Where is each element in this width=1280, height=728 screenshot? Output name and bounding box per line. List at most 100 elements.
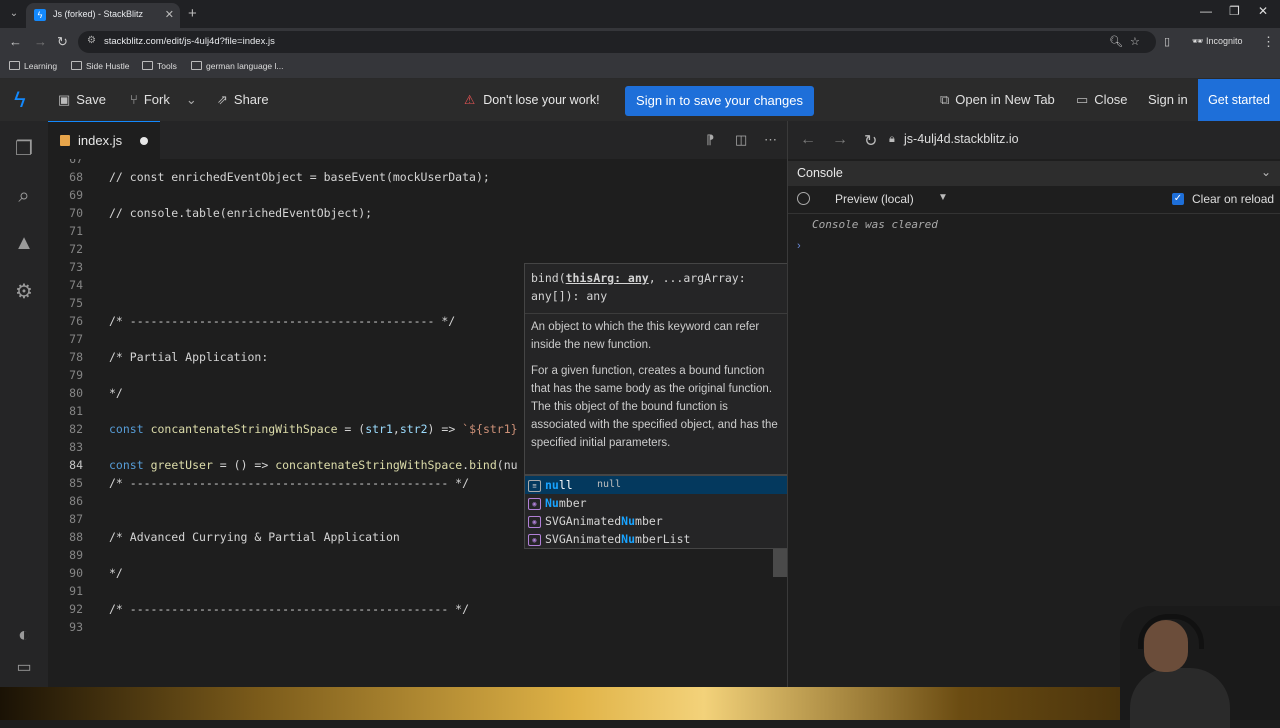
suggestion-label: null (545, 478, 573, 492)
more-actions-icon[interactable]: ⋯ (764, 132, 777, 148)
line-number: 80 (69, 386, 83, 400)
line-number: 68 (69, 170, 83, 184)
folder-icon (71, 61, 82, 70)
console-header[interactable]: Console ⌄ (788, 161, 1280, 186)
line-number: 69 (69, 188, 83, 202)
signature-param: thisArg: any (565, 271, 649, 285)
clear-on-reload-checkbox[interactable]: ✓ (1172, 193, 1184, 205)
console-cleared-message: Console was cleared (812, 218, 938, 231)
line-number: 83 (69, 440, 83, 454)
webcam-overlay (1120, 606, 1280, 728)
code-line: 90 */ (48, 564, 787, 582)
new-tab-icon[interactable]: + (188, 5, 197, 22)
tab-search-icon[interactable]: ⌄ (6, 6, 22, 22)
split-editor-icon[interactable]: ◫ (735, 132, 747, 148)
line-number: 92 (69, 602, 83, 616)
line-number: 67 (69, 159, 83, 166)
preview-url[interactable]: js-4ulj4d.stackblitz.io (904, 132, 1019, 146)
lock-icon: 🔒︎ (889, 133, 895, 145)
share-label: Share (233, 92, 269, 107)
bookmark-side-hustle[interactable]: Side Hustle (71, 61, 129, 71)
tab-index-js[interactable]: index.js (48, 121, 160, 160)
code-line: 72 (48, 240, 787, 258)
console-prompt-icon[interactable]: › (797, 240, 801, 252)
tab-filename: index.js (78, 133, 123, 148)
bookmark-label: german language l... (206, 61, 284, 71)
line-code: /* -------------------------------------… (109, 602, 470, 616)
preview-reload-icon[interactable]: ↻ (864, 131, 877, 151)
bookmark-tools[interactable]: Tools (142, 61, 177, 71)
get-started-button[interactable]: Get started (1198, 79, 1280, 121)
unsaved-warning: ⚠ Don't lose your work! (464, 92, 600, 107)
close-label: Close (1094, 92, 1128, 107)
minimize-icon[interactable]: — (1200, 4, 1212, 18)
bookmark-german[interactable]: german language l... (191, 61, 284, 71)
close-preview-button[interactable]: ▭ Close (1076, 92, 1128, 108)
browser-menu-icon[interactable]: ⋮ (1262, 34, 1275, 50)
sign-in-to-save-button[interactable]: Sign in to save your changes (625, 86, 814, 116)
hover-description: For a given function, creates a bound fu… (531, 365, 778, 449)
line-code: */ (109, 386, 123, 400)
fork-label: Fork (143, 92, 170, 107)
preview-back-icon[interactable]: ← (800, 131, 816, 149)
address-bar[interactable]: ⚙ stackblitz.com/edit/js-4ulj4d?file=ind… (78, 31, 1156, 53)
bottom-banner-image (0, 687, 1280, 720)
new-window-icon: ⧉ (940, 92, 950, 107)
variable-icon: ◉ (528, 516, 541, 528)
scrollbar-thumb[interactable] (773, 549, 787, 577)
tab-close-icon[interactable]: ✕ (165, 8, 174, 21)
window-close-icon[interactable]: ✕ (1258, 4, 1268, 18)
panel-layout-icon[interactable]: ▭ (12, 656, 36, 680)
maximize-icon[interactable]: ❐ (1229, 4, 1240, 18)
stackblitz-logo-icon[interactable]: ϟ (14, 87, 26, 113)
chevron-down-icon[interactable]: ⌄ (1261, 165, 1271, 179)
browser-tab[interactable]: ϟ Js (forked) - StackBlitz ✕ (26, 3, 180, 28)
bookmark-star-icon[interactable]: ☆ (1130, 35, 1140, 48)
open-new-tab-label: Open in New Tab (955, 92, 1055, 107)
zoom-icon[interactable]: 🔍︎ (1109, 35, 1123, 48)
webcam-person-body (1130, 668, 1230, 728)
js-file-icon (60, 135, 70, 146)
preview-forward-icon[interactable]: → (832, 131, 848, 149)
prettier-icon[interactable]: ⁋ (706, 132, 714, 148)
settings-gear-icon[interactable]: ⚙ (12, 280, 36, 304)
theme-toggle-icon[interactable]: ◐ (12, 623, 36, 647)
context-select[interactable]: Preview (local) (835, 192, 914, 206)
save-label: Save (76, 92, 106, 107)
context-dropdown-icon[interactable]: ▼ (938, 192, 948, 203)
explorer-icon[interactable]: ❐ (12, 137, 36, 161)
firebase-icon[interactable]: ▲ (12, 231, 36, 255)
save-button[interactable]: ▣ Save (58, 92, 106, 108)
site-info-icon[interactable]: ⚙ (87, 35, 96, 46)
browser-tab-title: Js (forked) - StackBlitz (53, 9, 144, 19)
line-code: /* Advanced Currying & Partial Applicati… (109, 530, 400, 544)
editor-tabs: index.js ⁋ ◫ ⋯ (48, 121, 787, 160)
clear-console-icon[interactable] (797, 192, 810, 205)
open-new-tab-button[interactable]: ⧉ Open in New Tab (940, 92, 1055, 108)
incognito-text: Incognito (1205, 36, 1243, 46)
console-title: Console (797, 166, 843, 180)
unsaved-dot-icon[interactable] (140, 137, 148, 145)
reload-icon[interactable]: ↻ (57, 34, 68, 50)
share-button[interactable]: ⇗ Share (217, 92, 269, 108)
line-number: 75 (69, 296, 83, 310)
sign-in-button[interactable]: Sign in (1148, 92, 1188, 107)
search-icon[interactable]: ⌕ (12, 184, 36, 208)
sidepanel-icon[interactable]: ▯ (1164, 35, 1170, 48)
line-code: /* -------------------------------------… (109, 314, 456, 328)
bookmark-learning[interactable]: Learning (9, 61, 57, 71)
code-line: 91 (48, 582, 787, 600)
suggestion-label: SVGAnimatedNumber (545, 514, 663, 528)
line-number: 77 (69, 332, 83, 346)
fork-dropdown-icon[interactable]: ⌄ (186, 92, 197, 107)
hover-divider (525, 313, 787, 314)
line-code: const concantenateStringWithSpace = (str… (109, 422, 518, 436)
incognito-label[interactable]: 🕶︎ Incognito (1192, 36, 1242, 47)
warning-text: Don't lose your work! (483, 93, 600, 107)
incognito-icon: 🕶︎ (1192, 36, 1206, 46)
address-url: stackblitz.com/edit/js-4ulj4d?file=index… (104, 36, 275, 47)
keyword-icon: ≡ (528, 480, 541, 492)
back-icon[interactable]: ← (9, 34, 22, 49)
fork-button[interactable]: ⑂ Fork ⌄ (130, 92, 197, 108)
forward-icon[interactable]: → (34, 34, 47, 49)
